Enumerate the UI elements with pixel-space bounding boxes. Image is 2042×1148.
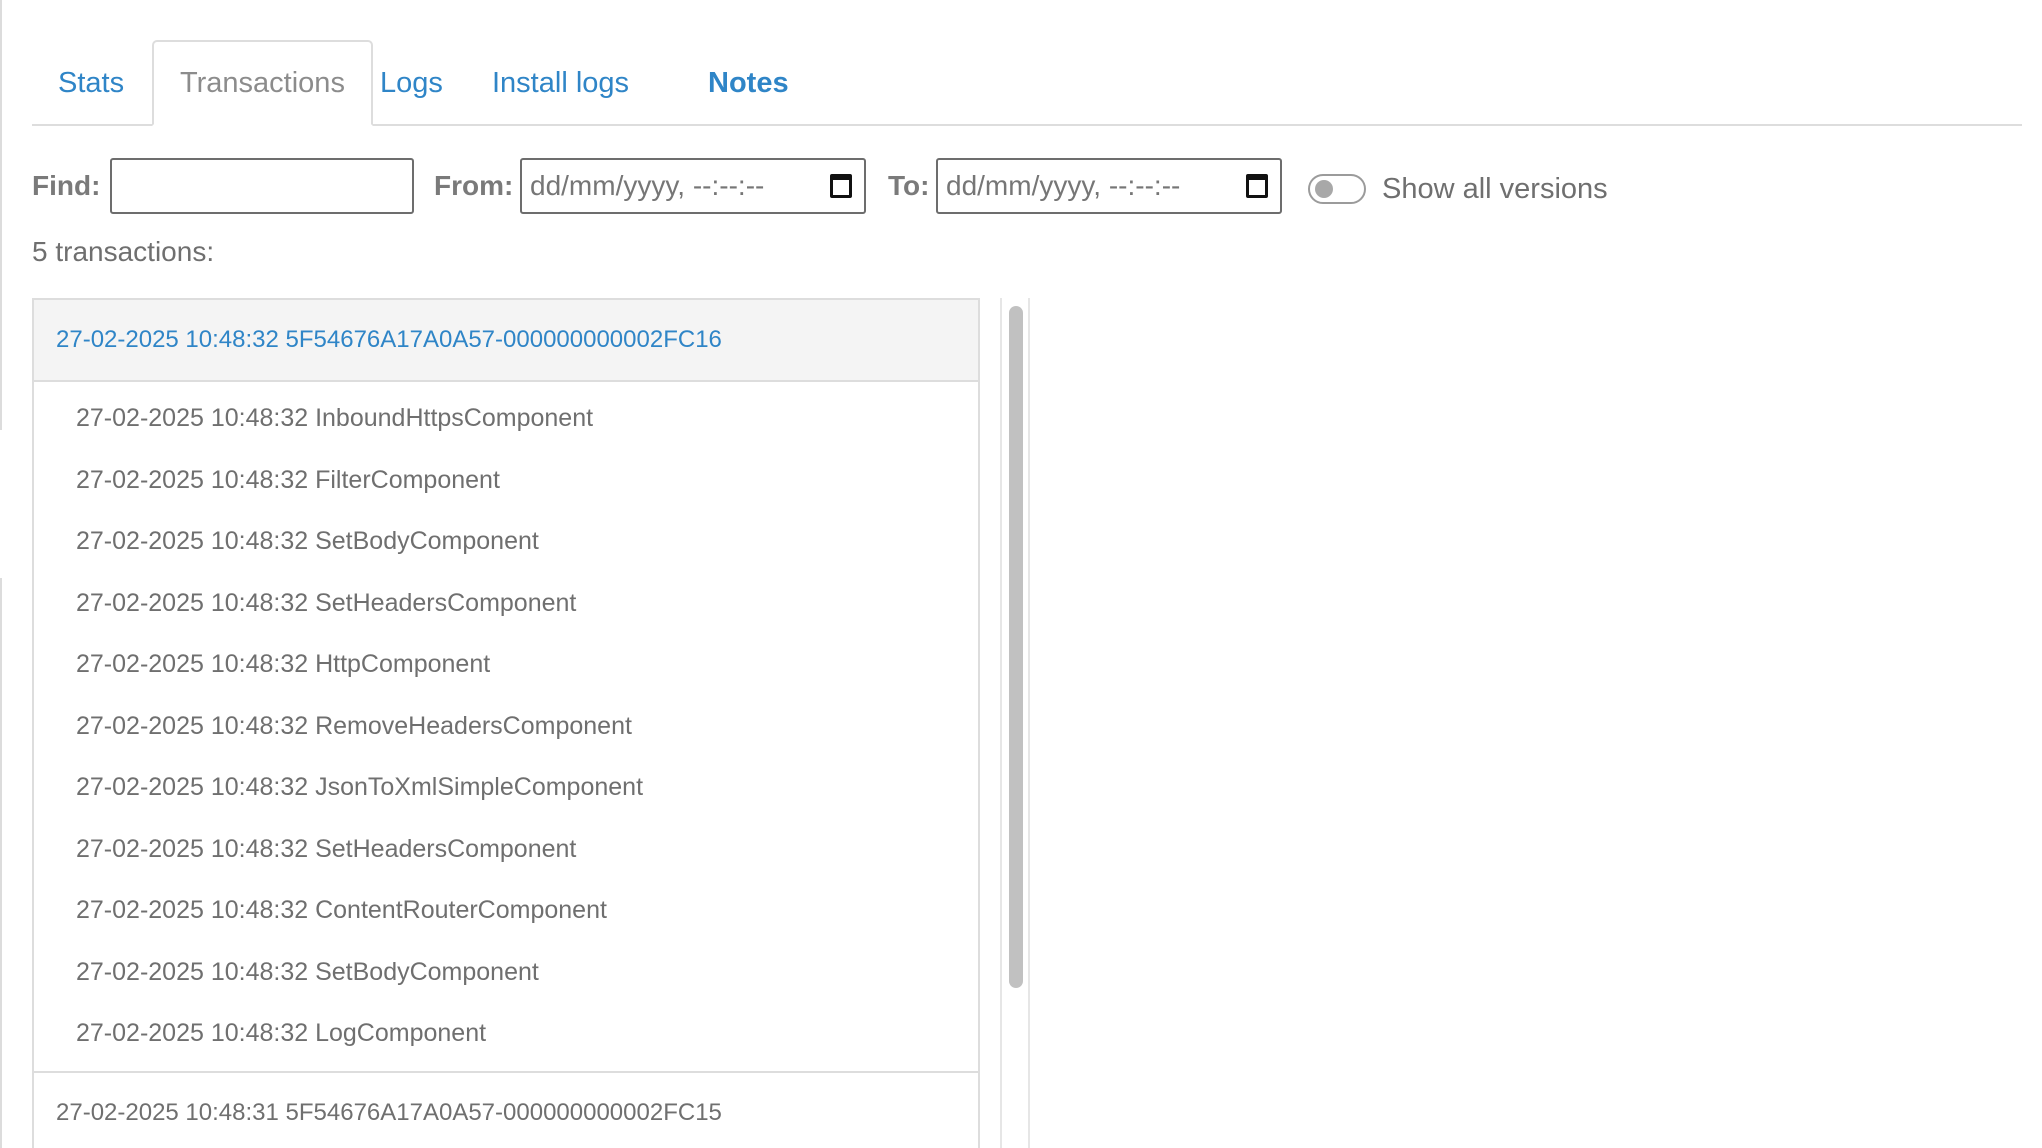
tab-logs[interactable]: Logs xyxy=(380,40,443,126)
component-list: 27-02-2025 10:48:32 InboundHttpsComponen… xyxy=(34,388,978,1071)
calendar-icon[interactable] xyxy=(830,174,852,198)
calendar-icon[interactable] xyxy=(1246,174,1268,198)
tab-install-logs[interactable]: Install logs xyxy=(492,40,629,126)
show-all-versions-toggle[interactable] xyxy=(1308,174,1366,204)
toggle-knob xyxy=(1315,180,1333,198)
tab-notes[interactable]: Notes xyxy=(708,40,789,126)
component-item[interactable]: 27-02-2025 10:48:32 InboundHttpsComponen… xyxy=(34,388,978,450)
component-item[interactable]: 27-02-2025 10:48:32 SetHeadersComponent xyxy=(34,819,978,881)
component-item[interactable]: 27-02-2025 10:48:32 ContentRouterCompone… xyxy=(34,880,978,942)
from-label: From: xyxy=(434,170,514,201)
left-panel-edge xyxy=(0,0,2,430)
component-item[interactable]: 27-02-2025 10:48:32 LogComponent xyxy=(34,1003,978,1065)
left-panel-edge-lower xyxy=(0,578,2,1148)
to-date-input[interactable]: dd/mm/yyyy, --:--:-- xyxy=(936,158,1282,214)
tab-bar: Stats Transactions Logs Install logs Not… xyxy=(32,40,2022,126)
component-item[interactable]: 27-02-2025 10:48:32 SetHeadersComponent xyxy=(34,573,978,635)
show-all-versions-label: Show all versions xyxy=(1382,173,1608,205)
component-item[interactable]: 27-02-2025 10:48:32 HttpComponent xyxy=(34,634,978,696)
component-item[interactable]: 27-02-2025 10:48:32 FilterComponent xyxy=(34,450,978,512)
to-label: To: xyxy=(888,170,930,201)
transaction-list: 27-02-2025 10:48:32 5F54676A17A0A57-0000… xyxy=(32,298,980,1148)
transaction-item: 27-02-2025 10:48:32 5F54676A17A0A57-0000… xyxy=(32,298,980,1073)
component-item[interactable]: 27-02-2025 10:48:32 SetBodyComponent xyxy=(34,511,978,573)
transactions-page: Stats Transactions Logs Install logs Not… xyxy=(0,0,2042,1148)
tab-stats[interactable]: Stats xyxy=(58,40,124,126)
transaction-header[interactable]: 27-02-2025 10:48:32 5F54676A17A0A57-0000… xyxy=(34,300,978,382)
component-item[interactable]: 27-02-2025 10:48:32 RemoveHeadersCompone… xyxy=(34,696,978,758)
from-date-input[interactable]: dd/mm/yyyy, --:--:-- xyxy=(520,158,866,214)
transaction-item: 27-02-2025 10:48:31 5F54676A17A0A57-0000… xyxy=(32,1072,980,1148)
find-label: Find: xyxy=(32,170,101,201)
from-date-placeholder: dd/mm/yyyy, --:--:-- xyxy=(530,170,765,201)
component-item[interactable]: 27-02-2025 10:48:32 SetBodyComponent xyxy=(34,942,978,1004)
tab-transactions[interactable]: Transactions xyxy=(152,40,373,126)
component-item[interactable]: 27-02-2025 10:48:32 JsonToXmlSimpleCompo… xyxy=(34,757,978,819)
transaction-header[interactable]: 27-02-2025 10:48:31 5F54676A17A0A57-0000… xyxy=(34,1072,978,1148)
to-date-placeholder: dd/mm/yyyy, --:--:-- xyxy=(946,170,1181,201)
find-input[interactable] xyxy=(110,158,414,214)
transaction-count: 5 transactions: xyxy=(32,236,215,267)
filter-bar: Find: From: dd/mm/yyyy, --:--:-- To: dd/… xyxy=(32,158,1732,214)
list-scrollbar[interactable] xyxy=(1000,298,1030,1148)
scrollbar-thumb[interactable] xyxy=(1009,306,1023,988)
